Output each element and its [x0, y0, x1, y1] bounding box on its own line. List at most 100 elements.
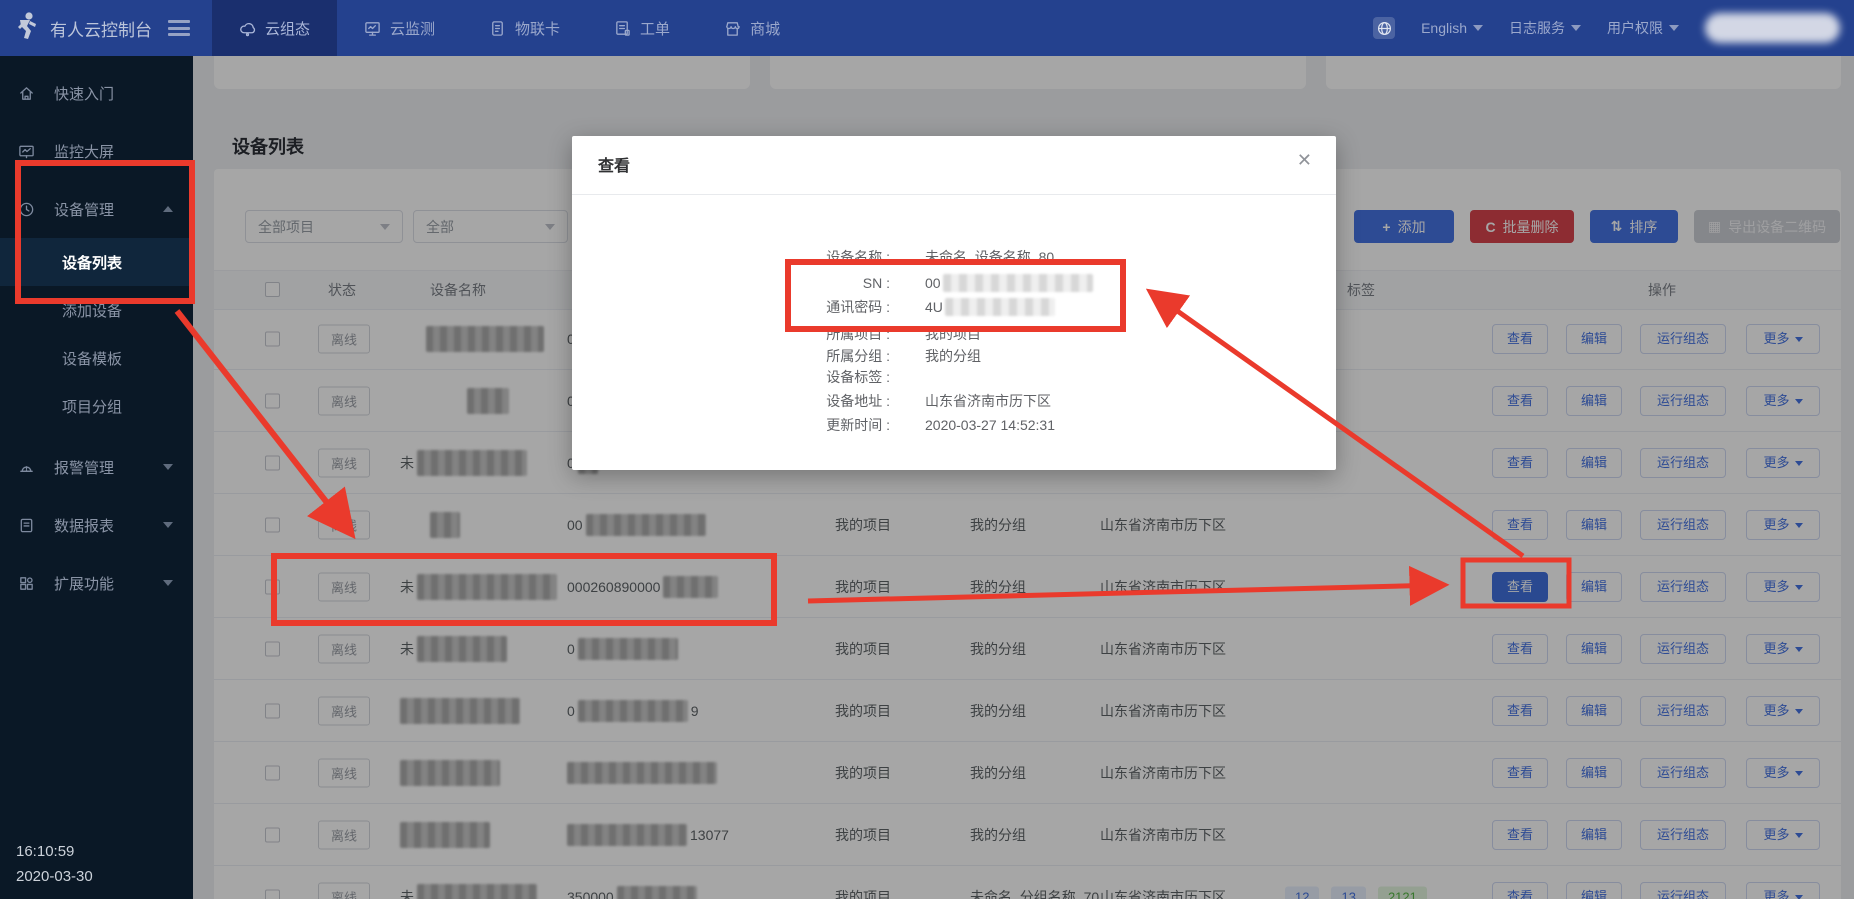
hamburger-menu-icon[interactable] [168, 20, 190, 36]
field-value: 未命名_设备名称_80 [925, 247, 1054, 267]
device-icon [18, 201, 38, 218]
sim-card-icon [489, 20, 506, 37]
dialog-divider [572, 194, 1336, 195]
field-value-text: 我的分组 [925, 346, 981, 366]
report-icon [18, 517, 38, 534]
usr-person-logo-icon [12, 11, 40, 46]
sidebar-subitem-project-group[interactable]: 项目分组 [0, 382, 193, 430]
field-value-text: 4U [925, 299, 943, 315]
dialog-field: 所属分组 : 我的分组 [572, 345, 1336, 367]
field-label: 设备标签 : [826, 367, 890, 387]
dialog-field: 所属项目 : 我的项目 [572, 323, 1336, 345]
field-value-text: 山东省济南市历下区 [925, 391, 1051, 411]
chevron-down-icon [163, 522, 173, 528]
language-dropdown[interactable]: English [1421, 20, 1483, 36]
sidebar-subitem-label: 设备模板 [62, 348, 122, 369]
censored-username [1705, 13, 1840, 43]
cloud-icon [239, 20, 256, 37]
field-label: 所属项目 : [826, 324, 890, 344]
sidebar-item-label: 设备管理 [54, 199, 114, 220]
dialog-field: 更新时间 : 2020-03-27 14:52:31 [572, 414, 1336, 436]
sidebar-subitem-label: 添加设备 [62, 300, 122, 321]
sidebar-item-label: 报警管理 [54, 457, 114, 478]
field-value: 2020-03-27 14:52:31 [925, 417, 1055, 433]
sidebar-item-label: 数据报表 [54, 515, 114, 536]
field-label: 设备名称 : [826, 247, 890, 267]
sidebar-subitem-add-device[interactable]: 添加设备 [0, 286, 193, 334]
tab-cloud-config[interactable]: 云组态 [212, 0, 337, 56]
sidebar-item-label: 监控大屏 [54, 141, 114, 162]
brand: 有人云控制台 [0, 11, 196, 46]
log-service-label: 日志服务 [1509, 18, 1565, 38]
dialog-field: 设备名称 : 未命名_设备名称_80 [572, 246, 1336, 268]
field-value: 00 [925, 274, 1093, 292]
nav-tabs: 云组态 云监测 物联卡 工单 商城 [212, 0, 807, 56]
field-label: SN : [863, 275, 890, 291]
sidebar-item-label: 扩展功能 [54, 573, 114, 594]
extension-icon [18, 575, 38, 592]
close-icon[interactable]: ✕ [1297, 150, 1312, 171]
sidebar-subitem-device-template[interactable]: 设备模板 [0, 334, 193, 382]
sidebar-item-alarm-management[interactable]: 报警管理 [0, 438, 193, 496]
tab-iot-card[interactable]: 物联卡 [462, 0, 587, 56]
tab-label: 商城 [750, 18, 780, 39]
top-navbar: 有人云控制台 云组态 云监测 物联卡 工单 商城 English 日志服务 用户权限 [0, 0, 1854, 56]
field-label: 通讯密码 : [826, 297, 890, 317]
field-value: 4U [925, 298, 1055, 316]
field-label: 设备地址 : [826, 391, 890, 411]
sidebar-item-quick-start[interactable]: 快速入门 [0, 64, 193, 122]
clock-time: 16:10:59 [16, 839, 93, 864]
sidebar-item-device-management[interactable]: 设备管理 [0, 180, 193, 238]
sidebar-item-extensions[interactable]: 扩展功能 [0, 554, 193, 612]
field-value: 山东省济南市历下区 [925, 391, 1051, 411]
language-label: English [1421, 20, 1467, 36]
sidebar-clock: 16:10:59 2020-03-30 [16, 839, 93, 889]
field-value-text: 00 [925, 275, 941, 291]
chevron-down-icon [1571, 25, 1581, 31]
field-value-text: 未命名_设备名称_80 [925, 247, 1054, 267]
globe-icon [1373, 17, 1395, 39]
alarm-icon [18, 459, 38, 476]
sidebar-subitem-label: 项目分组 [62, 396, 122, 417]
home-icon [18, 85, 38, 102]
sidebar-menu: 快速入门监控大屏设备管理设备列表添加设备设备模板项目分组报警管理数据报表扩展功能 [0, 56, 193, 612]
tab-mall[interactable]: 商城 [697, 0, 807, 56]
redacted-value [945, 298, 1055, 316]
user-permission-dropdown[interactable]: 用户权限 [1607, 18, 1679, 38]
sidebar-item-monitor-screen[interactable]: 监控大屏 [0, 122, 193, 180]
chevron-down-icon [163, 580, 173, 586]
field-value-text: 2020-03-27 14:52:31 [925, 417, 1055, 433]
sidebar-subitem-device-list[interactable]: 设备列表 [0, 238, 193, 286]
tab-label: 工单 [640, 18, 670, 39]
store-icon [724, 20, 741, 37]
chevron-down-icon [1669, 25, 1679, 31]
field-value: 我的分组 [925, 346, 981, 366]
tab-work-order[interactable]: 工单 [587, 0, 697, 56]
dialog-field: SN : 00 [572, 272, 1336, 294]
navbar-right: English 日志服务 用户权限 [1373, 0, 1854, 56]
field-value: 我的项目 [925, 324, 981, 344]
dialog-field: 通讯密码 : 4U [572, 296, 1336, 318]
tab-label: 云组态 [265, 18, 310, 39]
app-root: 有人云控制台 云组态 云监测 物联卡 工单 商城 English 日志服务 用户权限 [0, 0, 1854, 899]
sidebar-item-data-report[interactable]: 数据报表 [0, 496, 193, 554]
tab-cloud-monitor[interactable]: 云监测 [337, 0, 462, 56]
user-permission-label: 用户权限 [1607, 18, 1663, 38]
screen-icon [18, 143, 38, 160]
tab-label: 云监测 [390, 18, 435, 39]
work-order-icon [614, 20, 631, 37]
log-service-dropdown[interactable]: 日志服务 [1509, 18, 1581, 38]
view-dialog: 查看 ✕ 设备名称 : 未命名_设备名称_80 SN : 00 通讯密码 : 4U 所属项目… [572, 136, 1336, 470]
sidebar: 快速入门监控大屏设备管理设备列表添加设备设备模板项目分组报警管理数据报表扩展功能… [0, 56, 193, 899]
chevron-down-icon [163, 464, 173, 470]
field-value-text: 我的项目 [925, 324, 981, 344]
dialog-title: 查看 [598, 152, 630, 176]
tab-label: 物联卡 [515, 18, 560, 39]
sidebar-item-label: 快速入门 [54, 83, 114, 104]
monitor-icon [364, 20, 381, 37]
field-label: 所属分组 : [826, 346, 890, 366]
field-label: 更新时间 : [826, 415, 890, 435]
brand-title: 有人云控制台 [50, 16, 152, 41]
chevron-down-icon [1473, 25, 1483, 31]
redacted-value [943, 274, 1093, 292]
